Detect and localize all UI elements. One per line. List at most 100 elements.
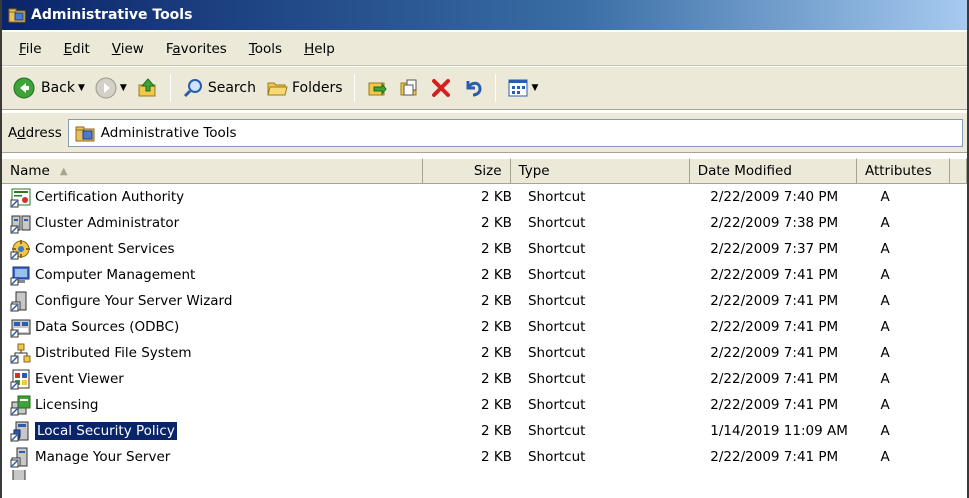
column-header-attributes[interactable]: Attributes — [856, 158, 951, 184]
list-item[interactable]: Configure Your Server Wizard 2 KB Shortcut… — [2, 288, 967, 314]
item-type: Shortcut — [527, 345, 586, 361]
column-header-name[interactable]: Name ▲ — [2, 158, 424, 184]
item-attributes: A — [880, 293, 890, 309]
move-to-button[interactable] — [361, 71, 393, 105]
up-folder-button[interactable] — [132, 71, 164, 105]
address-input[interactable]: Administrative Tools — [67, 118, 963, 147]
copy-to-button[interactable] — [393, 71, 425, 105]
forward-dropdown-icon[interactable]: ▼ — [120, 83, 127, 93]
item-size: 2 KB — [480, 241, 512, 257]
folders-button[interactable]: Folders — [261, 71, 348, 105]
item-name-cell[interactable]: Event Viewer — [2, 368, 431, 390]
item-name-cell[interactable]: Local Security Policy — [2, 420, 431, 442]
list-item[interactable]: Manage Your Server 2 KB Shortcut 2/22/2009 … — [2, 444, 967, 470]
undo-button[interactable] — [457, 71, 489, 105]
item-attributes: A — [880, 449, 890, 465]
item-type: Shortcut — [527, 241, 586, 257]
toolbar: Back ▼ ▼ Search Folders ▼ — [2, 66, 967, 110]
item-name: Data Sources (ODBC) — [35, 319, 180, 335]
toolbar-separator — [494, 74, 496, 102]
title-bar[interactable]: Administrative Tools — [2, 0, 967, 30]
item-type: Shortcut — [527, 397, 586, 413]
views-dropdown-icon[interactable]: ▼ — [532, 83, 539, 93]
back-button[interactable]: Back ▼ — [8, 71, 90, 105]
list-item[interactable]: Licensing 2 KB Shortcut 2/22/2009 7:41 PM A — [2, 392, 967, 418]
forward-button[interactable]: ▼ — [90, 71, 132, 105]
list-item[interactable]: Component Services 2 KB Shortcut 2/22/2009 … — [2, 236, 967, 262]
list-item[interactable]: Certification Authority 2 KB Shortcut 2/22/… — [2, 184, 967, 210]
back-dropdown-icon[interactable]: ▼ — [78, 83, 85, 93]
list-item[interactable]: Event Viewer 2 KB Shortcut 2/22/2009 7:41 P… — [2, 366, 967, 392]
item-size: 2 KB — [480, 293, 512, 309]
forward-arrow-icon — [95, 77, 117, 99]
menu-view[interactable]: View — [101, 37, 155, 61]
column-header-type[interactable]: Type — [510, 158, 690, 184]
menu-edit[interactable]: Edit — [53, 37, 101, 61]
item-name-cell[interactable]: Distributed File System — [2, 342, 431, 364]
item-attributes: A — [880, 215, 890, 231]
item-name-cell[interactable]: Configure Your Server Wizard — [2, 290, 431, 312]
back-label: Back — [41, 80, 75, 96]
admin-tools-icon — [75, 126, 95, 141]
shortcut-icon — [12, 470, 26, 480]
list-item[interactable]: Computer Management 2 KB Shortcut 2/22/2009… — [2, 262, 967, 288]
item-attributes: A — [880, 319, 890, 335]
component-services-icon — [10, 240, 30, 260]
explorer-window: Administrative Tools File Edit View Favo… — [0, 0, 969, 498]
address-value: Administrative Tools — [100, 124, 237, 141]
item-date-modified: 2/22/2009 7:41 PM — [710, 293, 839, 309]
menu-file[interactable]: File — [8, 37, 53, 61]
item-date-modified: 2/22/2009 7:41 PM — [710, 267, 839, 283]
item-name-cell[interactable]: Data Sources (ODBC) — [2, 316, 431, 338]
menu-bar: File Edit View Favorites Tools Help — [2, 32, 967, 66]
list-item[interactable]: Local Security Policy 2 KB Shortcut 1/14/20… — [2, 418, 967, 444]
delete-x-icon — [431, 79, 450, 97]
back-arrow-icon — [13, 77, 35, 99]
list-item[interactable]: Data Sources (ODBC) 2 KB Shortcut 2/22/2009… — [2, 314, 967, 340]
item-size: 2 KB — [480, 319, 512, 335]
item-attributes: A — [880, 423, 890, 439]
event-viewer-icon — [10, 369, 30, 390]
delete-button[interactable] — [425, 71, 457, 105]
column-header-size[interactable]: Size — [423, 158, 511, 184]
undo-icon — [466, 81, 482, 97]
item-name-cell[interactable]: Certification Authority — [2, 186, 431, 208]
column-header-date-modified[interactable]: Date Modified — [689, 158, 857, 184]
search-icon — [183, 79, 202, 98]
item-name: Computer Management — [35, 267, 196, 283]
item-name-cell[interactable]: Cluster Administrator — [2, 212, 431, 234]
item-date-modified: 1/14/2019 11:09 AM — [710, 423, 848, 439]
item-name: Local Security Policy — [34, 421, 178, 441]
licensing-icon — [10, 395, 31, 416]
list-item[interactable]: Distributed File System 2 KB Shortcut 2/22/… — [2, 340, 967, 366]
item-name: Configure Your Server Wizard — [35, 293, 233, 309]
odbc-icon — [10, 319, 31, 338]
list-rows: Certification Authority 2 KB Shortcut 2/22/… — [2, 184, 967, 480]
toolbar-separator — [353, 74, 355, 102]
item-size: 2 KB — [480, 423, 512, 439]
item-type: Shortcut — [527, 215, 586, 231]
column-header-filler — [950, 158, 967, 184]
item-name-cell[interactable]: Computer Management — [2, 264, 431, 286]
item-name-cell[interactable]: Component Services — [2, 238, 431, 260]
item-name: Cluster Administrator — [35, 215, 180, 231]
item-name-cell[interactable]: Manage Your Server — [2, 446, 431, 468]
certificate-icon — [10, 188, 31, 208]
move-to-icon — [368, 82, 387, 96]
item-type: Shortcut — [527, 371, 586, 387]
item-name-cell[interactable] — [2, 470, 460, 480]
list-item-partial[interactable] — [2, 470, 967, 480]
item-name: Component Services — [35, 241, 175, 257]
views-icon — [508, 79, 528, 97]
item-type: Shortcut — [527, 423, 586, 439]
menu-tools[interactable]: Tools — [238, 37, 293, 61]
views-button[interactable]: ▼ — [502, 71, 544, 105]
search-button[interactable]: Search — [177, 71, 261, 105]
item-name-cell[interactable]: Licensing — [2, 394, 431, 416]
menu-favorites[interactable]: Favorites — [155, 37, 238, 61]
address-label: Address — [8, 124, 62, 141]
item-name: Distributed File System — [35, 345, 192, 361]
list-item[interactable]: Cluster Administrator 2 KB Shortcut 2/22/20… — [2, 210, 967, 236]
item-type: Shortcut — [527, 319, 586, 335]
menu-help[interactable]: Help — [293, 37, 346, 61]
